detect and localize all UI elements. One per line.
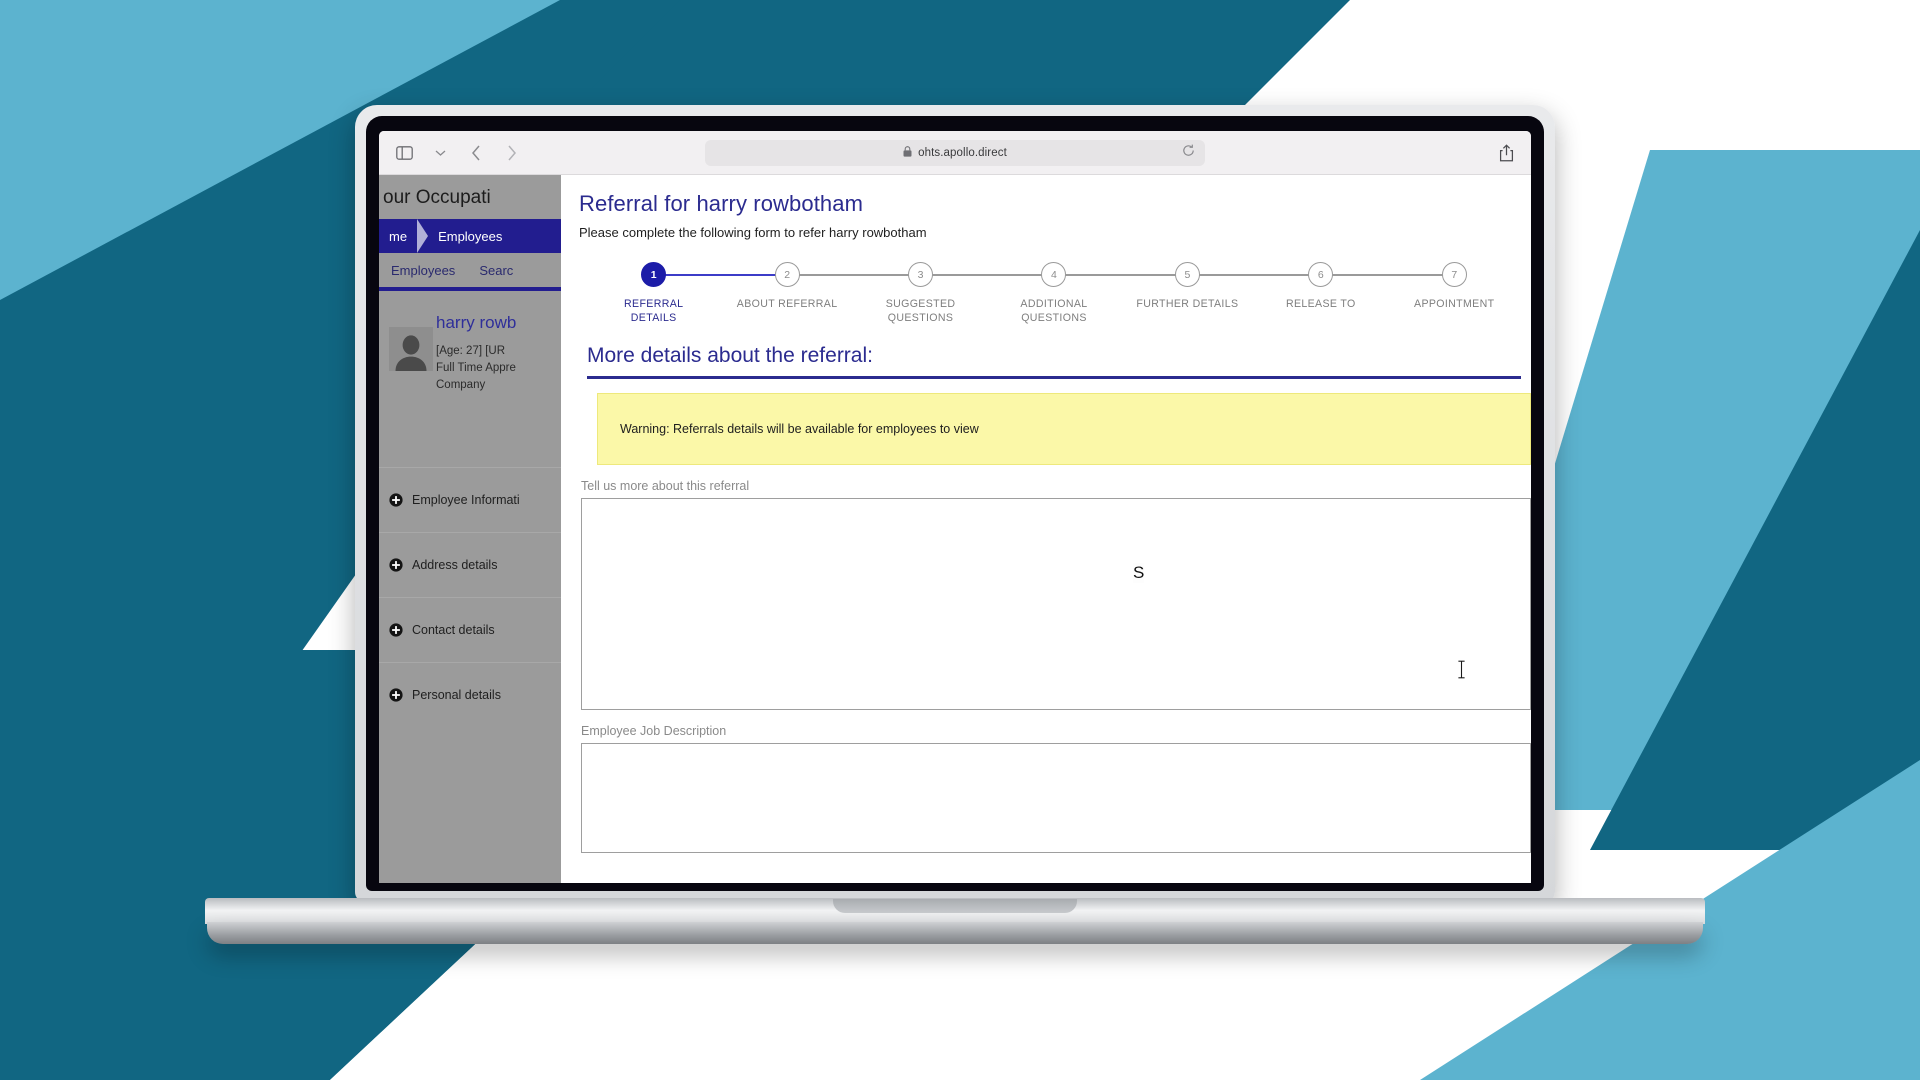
step-further-details[interactable]: 5 FURTHER DETAILS <box>1121 262 1321 311</box>
page-content: our Occupati me Employees Employees Sear… <box>379 175 1531 883</box>
step-label: REFERRAL DETAILS <box>624 298 684 324</box>
step-connector <box>920 274 1054 276</box>
accordion-label: Personal details <box>412 688 501 702</box>
step-connector <box>787 274 921 276</box>
plus-circle-icon <box>389 493 403 507</box>
step-number: 5 <box>1174 262 1200 287</box>
person-avatar-icon <box>389 327 433 371</box>
employee-meta-line-3: Company <box>436 379 486 391</box>
lock-icon <box>903 144 912 162</box>
step-connector <box>1320 274 1455 276</box>
browser-toolbar: ohts.apollo.direct <box>379 131 1531 175</box>
step-suggested-questions[interactable]: 3 SUGGESTED QUESTIONS <box>854 262 1054 325</box>
app-title: our Occupati <box>383 187 491 208</box>
laptop-mockup: ohts.apollo.direct our Occupati me Emplo… <box>205 105 1705 944</box>
section-title: More details about the referral: <box>587 344 873 367</box>
step-additional-questions[interactable]: 4 ADDITIONAL QUESTIONS <box>987 262 1188 325</box>
accordion-label: Contact details <box>412 623 495 637</box>
employee-name: harry rowb <box>436 313 517 332</box>
step-number: 4 <box>1041 262 1067 287</box>
step-connector <box>653 274 788 276</box>
step-label: ADDITIONAL QUESTIONS <box>1020 298 1088 324</box>
step-label: SUGGESTED QUESTIONS <box>885 298 956 324</box>
floating-character-overlay: S <box>1133 563 1145 583</box>
field-job-description: Employee Job Description <box>581 724 1531 853</box>
modal-subtitle: Please complete the following form to re… <box>579 225 927 240</box>
field-label: Tell us more about this referral <box>581 479 750 493</box>
sub-navigation: Employees Searc <box>379 253 561 291</box>
share-icon[interactable] <box>1495 142 1517 164</box>
employee-meta-line-1: [Age: 27] [UR <box>436 345 506 357</box>
step-number: 2 <box>774 262 800 287</box>
subnav-item-employees[interactable]: Employees <box>391 263 455 278</box>
step-connector <box>1053 274 1188 276</box>
breadcrumb: me Employees <box>379 219 561 253</box>
employee-meta-line-2: Full Time Appre <box>436 362 516 374</box>
page-title: Referral for harry rowbotham <box>579 191 864 216</box>
reload-icon[interactable] <box>1182 144 1195 162</box>
laptop-base-bottom <box>207 922 1703 944</box>
breadcrumb-separator-icon <box>417 219 429 253</box>
referral-details-textarea[interactable] <box>581 498 1531 710</box>
chevron-down-icon[interactable] <box>429 142 451 164</box>
accordion-label: Address details <box>412 558 498 572</box>
app-background-panel: our Occupati me Employees Employees Sear… <box>379 175 561 883</box>
step-number: 7 <box>1441 262 1467 287</box>
employee-meta: [Age: 27] [UR Full Time Appre Company <box>436 343 516 394</box>
step-label: APPOINTMENT <box>1414 298 1495 310</box>
step-number: 1 <box>641 262 667 287</box>
laptop-base <box>205 898 1705 976</box>
step-appointment[interactable]: 7 APPOINTMENT <box>1388 262 1521 311</box>
laptop-screen: ohts.apollo.direct our Occupati me Emplo… <box>379 131 1531 883</box>
accordion-contact-details[interactable]: Contact details <box>379 597 561 662</box>
address-bar[interactable]: ohts.apollo.direct <box>705 139 1205 166</box>
breadcrumb-employees[interactable]: Employees <box>428 229 512 244</box>
step-label: FURTHER DETAILS <box>1136 298 1239 310</box>
warning-text: Warning: Referrals details will be avail… <box>620 422 979 436</box>
section-header: More details about the referral: <box>587 344 1521 379</box>
accordion-employee-information[interactable]: Employee Informati <box>379 467 561 532</box>
step-connector <box>1187 274 1321 276</box>
text-cursor-icon <box>1457 660 1466 684</box>
accordion-personal-details[interactable]: Personal details <box>379 662 561 727</box>
plus-circle-icon <box>389 623 403 637</box>
breadcrumb-home[interactable]: me <box>379 229 417 244</box>
accordion-address-details[interactable]: Address details <box>379 532 561 597</box>
plus-circle-icon <box>389 688 403 702</box>
step-about-referral[interactable]: 2 ABOUT REFERRAL <box>720 262 921 311</box>
step-number: 6 <box>1308 262 1334 287</box>
accordion-label: Employee Informati <box>412 493 520 507</box>
step-referral-details[interactable]: 1 REFERRAL DETAILS <box>587 262 788 325</box>
step-label: RELEASE TO <box>1285 298 1356 310</box>
job-description-textarea[interactable] <box>581 743 1531 853</box>
bg-shape-top-dark-teal <box>560 0 1350 120</box>
referral-modal: × Referral for harry rowbotham Please co… <box>561 175 1531 883</box>
step-release-to[interactable]: 6 RELEASE TO <box>1254 262 1455 311</box>
plus-circle-icon <box>389 558 403 572</box>
warning-banner: Warning: Referrals details will be avail… <box>597 393 1531 465</box>
url-text: ohts.apollo.direct <box>918 146 1007 159</box>
laptop-base-notch <box>833 899 1077 913</box>
subnav-item-search[interactable]: Searc <box>479 263 513 278</box>
forward-chevron-icon[interactable] <box>501 142 523 164</box>
sidebar-toggle-icon[interactable] <box>393 142 415 164</box>
field-referral-details: Tell us more about this referral <box>581 479 1531 710</box>
field-label: Employee Job Description <box>581 724 727 738</box>
employee-summary-card: harry rowb [Age: 27] [UR Full Time Appre… <box>379 291 561 467</box>
step-number: 3 <box>908 262 934 287</box>
progress-stepper: 1 REFERRAL DETAILS 2 ABOUT REFERRAL 3 SU… <box>587 262 1521 334</box>
step-label: ABOUT REFERRAL <box>736 298 838 310</box>
back-chevron-icon[interactable] <box>465 142 487 164</box>
